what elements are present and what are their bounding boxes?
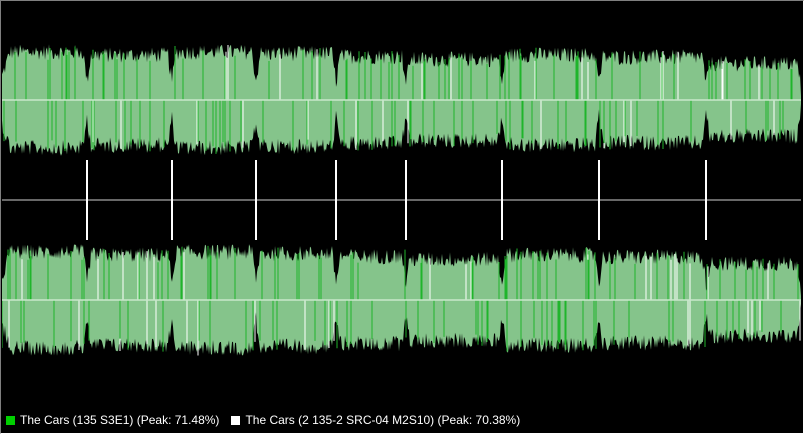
waveform-comparison-panel: The Cars (135 S3E1) (Peak: 71.48%) The C…: [0, 0, 804, 434]
legend-item-track-2: The Cars (2 135-2 SRC-04 M2S10) (Peak: 7…: [231, 413, 520, 427]
waveform-canvas[interactable]: [2, 2, 801, 408]
legend-label-track-1: The Cars (135 S3E1) (Peak: 71.48%): [20, 413, 220, 427]
legend-item-track-1: The Cars (135 S3E1) (Peak: 71.48%): [6, 413, 219, 427]
waveform-track-2: [2, 244, 801, 356]
white-swatch-icon: [231, 415, 241, 425]
green-swatch-icon: [6, 415, 15, 425]
waveform-view[interactable]: [2, 2, 801, 408]
waveform-track-1: [2, 44, 801, 156]
legend-label-track-2: The Cars (2 135-2 SRC-04 M2S10) (Peak: 7…: [245, 413, 521, 427]
legend: The Cars (135 S3E1) (Peak: 71.48%) The C…: [1, 408, 801, 432]
